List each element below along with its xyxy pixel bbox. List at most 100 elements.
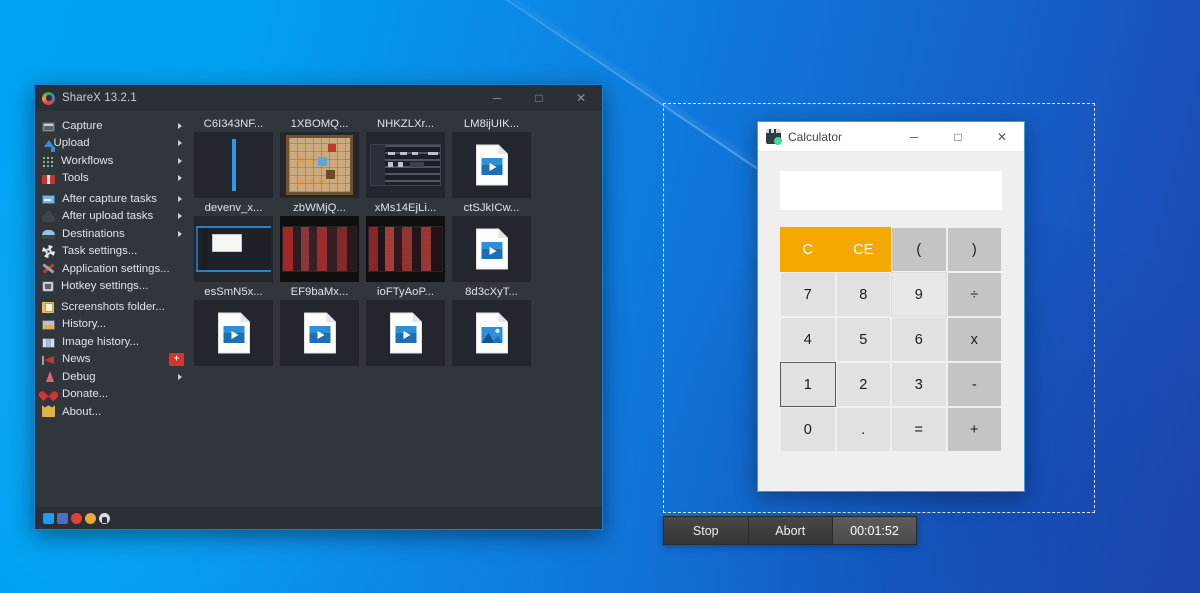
calculator-key-close-paren[interactable]: ): [946, 227, 1002, 272]
recording-abort-button[interactable]: Abort: [748, 517, 833, 544]
thumbnail-image[interactable]: [366, 300, 445, 366]
calculator-key-4[interactable]: 4: [780, 317, 836, 362]
sidebar-item-application-settings[interactable]: Application settings...: [35, 260, 189, 278]
thumbnail-label: NHKZLXr...: [376, 118, 435, 130]
bitcoin-icon[interactable]: [85, 512, 96, 524]
thumbnail-image[interactable]: [452, 300, 531, 366]
calculator-display-area: [758, 152, 1024, 210]
calculator-keypad: C CE() 7 8 9 ÷ 4 5 6 x 1 2 3- 0. = +: [780, 227, 1002, 452]
thumbnail-item[interactable]: ioFTyAoP...: [363, 284, 448, 366]
thumbnail-item[interactable]: EF9baMx...: [277, 284, 362, 366]
calculator-key-3[interactable]: 3: [891, 362, 947, 407]
sidebar-item-upload[interactable]: Upload: [35, 135, 189, 153]
calculator-key-minus[interactable]: -: [946, 362, 1002, 407]
thumbnail-item[interactable]: 1XBOMQ...: [277, 116, 362, 198]
thumbnail-item[interactable]: xMs14EjLi...: [363, 200, 448, 282]
calculator-key-C[interactable]: C: [780, 227, 836, 272]
calculator-key-divide[interactable]: ÷: [946, 272, 1002, 317]
sidebar-item-label: Destinations: [62, 227, 125, 240]
calculator-window[interactable]: Calculator ─ □ ✕ C CE() 7 8 9 ÷ 4 5 6 x 1 2 3- 0. = +: [757, 121, 1025, 492]
calculator-key-decimal[interactable]: .: [835, 407, 891, 452]
thumbnail-item[interactable]: devenv_x...: [191, 200, 276, 282]
thumbnail-item[interactable]: 8d3cXyT...: [449, 284, 534, 366]
sidebar-item-after-upload-tasks[interactable]: After upload tasks: [35, 208, 189, 226]
sidebar-item-task-settings[interactable]: Task settings...: [35, 243, 189, 261]
sidebar-item-hotkey-settings[interactable]: Hotkey settings...: [35, 278, 189, 296]
thumbnail-item[interactable]: NHKZLXr...: [363, 116, 448, 198]
thumbnail-image[interactable]: [280, 132, 359, 198]
calculator-key-1[interactable]: 1: [780, 362, 836, 407]
calculator-titlebar[interactable]: Calculator ─ □ ✕: [758, 122, 1024, 152]
sharex-titlebar[interactable]: ShareX 13.2.1 ─ □ ✕: [35, 85, 602, 111]
calculator-key-0[interactable]: 0: [780, 407, 836, 452]
thumbnail-image[interactable]: [194, 300, 273, 366]
keyboard-icon: [42, 281, 54, 293]
thumbnail-image[interactable]: [366, 132, 445, 198]
calculator-key-9[interactable]: 9: [891, 272, 947, 317]
chevron-right-icon: [178, 213, 182, 220]
video-file-icon: [475, 144, 508, 186]
calculator-key-CE[interactable]: CE: [835, 227, 891, 272]
thumbnail-image[interactable]: [452, 216, 531, 282]
thumbnail-label: esSmN5x...: [204, 286, 263, 298]
calculator-display-input[interactable]: [780, 171, 1002, 210]
thumbnail-item[interactable]: esSmN5x...: [191, 284, 276, 366]
sidebar-item-tools[interactable]: Tools: [35, 170, 189, 188]
discord-icon[interactable]: [57, 512, 68, 524]
calculator-key-multiply[interactable]: x: [946, 317, 1002, 362]
calculator-key-plus[interactable]: +: [946, 407, 1002, 452]
bug-icon: [42, 370, 55, 383]
thumbnail-item[interactable]: C6I343NF...: [191, 116, 276, 198]
thumbnail-item[interactable]: LM8ijUIK...: [449, 116, 534, 198]
sidebar-item-label: Application settings...: [62, 262, 170, 275]
calculator-key-open-paren[interactable]: (: [891, 227, 947, 272]
sidebar-item-debug[interactable]: Debug: [35, 368, 189, 386]
sidebar-item-donate[interactable]: Donate...: [35, 386, 189, 404]
thumbnail-image[interactable]: [194, 132, 273, 198]
calculator-close-button[interactable]: ✕: [980, 122, 1024, 151]
video-file-icon: [475, 228, 508, 270]
sidebar-item-label: Debug: [62, 370, 96, 383]
calculator-key-equals[interactable]: =: [891, 407, 947, 452]
twitter-icon[interactable]: [43, 512, 54, 524]
recording-stop-button[interactable]: Stop: [664, 517, 749, 544]
sidebar-item-history[interactable]: History...: [35, 316, 189, 334]
sidebar-item-workflows[interactable]: Workflows: [35, 152, 189, 170]
calculator-key-8[interactable]: 8: [835, 272, 891, 317]
thumbnail-image[interactable]: [452, 132, 531, 198]
calculator-key-5[interactable]: 5: [835, 317, 891, 362]
sidebar-item-after-capture-tasks[interactable]: After capture tasks: [35, 190, 189, 208]
thumbnail-item[interactable]: zbWMjQ...: [277, 200, 362, 282]
sidebar-item-label: Image history...: [62, 335, 140, 348]
sharex-minimize-button[interactable]: ─: [476, 85, 518, 111]
sidebar-item-capture[interactable]: Capture: [35, 117, 189, 135]
sharex-maximize-button[interactable]: □: [518, 85, 560, 111]
calculator-key-2[interactable]: 2: [835, 362, 891, 407]
sharex-thumbnail-grid[interactable]: C6I343NF... 1XBOMQ... NHKZLXr... LM8ijUIK..…: [189, 111, 602, 507]
thumbnail-label: ctSJkICw...: [463, 202, 520, 214]
sidebar-item-news[interactable]: News +: [35, 351, 189, 369]
sidebar-item-about[interactable]: About...: [35, 403, 189, 421]
calculator-maximize-button[interactable]: □: [936, 122, 980, 151]
sharex-window[interactable]: ShareX 13.2.1 ─ □ ✕ Capture Upload Workflo…: [34, 84, 603, 530]
cloud-upload-icon: [42, 210, 55, 222]
thumbnail-image[interactable]: [194, 216, 273, 282]
crown-icon: [42, 408, 55, 418]
calculator-minimize-button[interactable]: ─: [892, 122, 936, 151]
recording-control-bar[interactable]: Stop Abort 00:01:52: [663, 516, 917, 545]
thumbnail-image[interactable]: [280, 300, 359, 366]
sidebar-item-destinations[interactable]: Destinations: [35, 225, 189, 243]
sidebar-item-image-history[interactable]: Image history...: [35, 333, 189, 351]
heart-icon: [42, 388, 55, 400]
calculator-key-6[interactable]: 6: [891, 317, 947, 362]
thumbnail-image[interactable]: [280, 216, 359, 282]
calculator-key-7[interactable]: 7: [780, 272, 836, 317]
thumbnail-image[interactable]: [366, 216, 445, 282]
recording-timer: 00:01:52: [833, 517, 916, 544]
github-icon[interactable]: [99, 512, 110, 524]
sharex-close-button[interactable]: ✕: [560, 85, 602, 111]
patreon-icon[interactable]: [71, 512, 82, 524]
sidebar-item-screenshots-folder[interactable]: Screenshots folder...: [35, 298, 189, 316]
grid-dots-icon: [42, 155, 54, 167]
thumbnail-item[interactable]: ctSJkICw...: [449, 200, 534, 282]
